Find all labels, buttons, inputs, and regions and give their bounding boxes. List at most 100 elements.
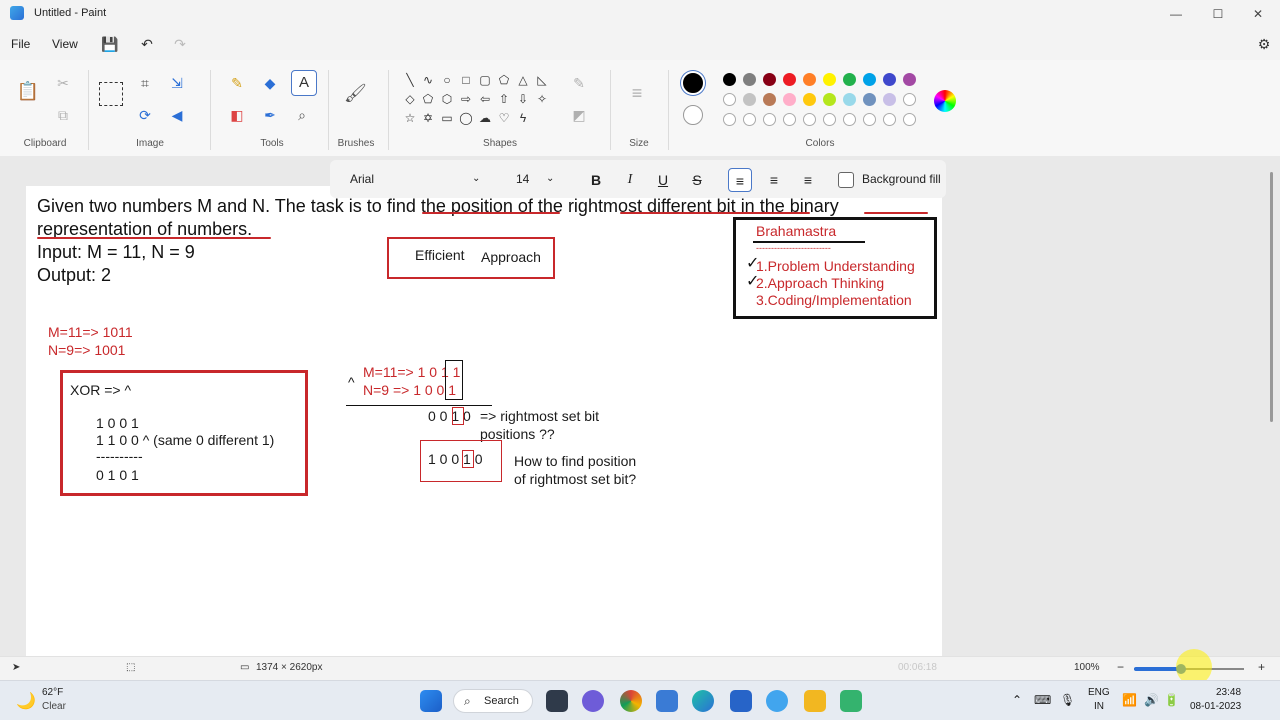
custom-color-slot[interactable]	[863, 113, 876, 126]
save-icon[interactable]: 💾	[100, 34, 120, 54]
vertical-scrollbar[interactable]	[1270, 172, 1273, 422]
custom-color-slot[interactable]	[763, 113, 776, 126]
crop-icon[interactable]: ⌗	[134, 72, 156, 94]
color-swatch[interactable]	[903, 73, 916, 86]
secondary-color-swatch[interactable]	[683, 105, 703, 125]
color-swatch[interactable]	[863, 73, 876, 86]
rect-callout-shape-icon[interactable]: ▭	[440, 111, 454, 125]
flip-icon[interactable]: ◀	[166, 104, 188, 126]
five-point-star-shape-icon[interactable]: ☆	[403, 111, 417, 125]
oval-callout-shape-icon[interactable]: ◯	[459, 111, 473, 125]
keyboard-icon[interactable]: ⌨	[1034, 693, 1051, 707]
browser-icon[interactable]	[766, 690, 788, 712]
custom-color-slot[interactable]	[843, 113, 856, 126]
volume-icon[interactable]: 🔊	[1144, 693, 1159, 707]
custom-color-slot[interactable]	[723, 113, 736, 126]
background-fill-checkbox[interactable]	[838, 172, 854, 188]
color-swatch[interactable]	[783, 73, 796, 86]
close-button[interactable]: ✕	[1244, 4, 1272, 24]
minimize-button[interactable]: —	[1162, 4, 1190, 24]
share-icon[interactable]: ⚙	[1254, 34, 1274, 54]
align-left-icon[interactable]: ≡	[728, 168, 752, 192]
edge-icon[interactable]	[692, 690, 714, 712]
align-center-icon[interactable]: ≡	[762, 168, 786, 192]
oval-shape-icon[interactable]: ○	[440, 73, 454, 87]
custom-color-slot[interactable]	[823, 113, 836, 126]
menu-view[interactable]: View	[52, 37, 78, 51]
zoom-in-icon[interactable]: +	[1258, 660, 1265, 674]
edit-colors-icon[interactable]	[934, 90, 956, 112]
magnifier-icon[interactable]: ⌕	[291, 104, 313, 126]
rectangle-shape-icon[interactable]: □	[459, 73, 473, 87]
color-swatch[interactable]	[803, 93, 816, 106]
color-swatch[interactable]	[723, 93, 736, 106]
strikethrough-button[interactable]: S	[685, 168, 709, 192]
color-swatch[interactable]	[763, 93, 776, 106]
custom-color-slot[interactable]	[803, 113, 816, 126]
copy-icon[interactable]: ⧉	[52, 104, 74, 126]
language-primary[interactable]: ENG	[1088, 687, 1110, 698]
redo-icon[interactable]: ↷	[170, 34, 190, 54]
triangle-shape-icon[interactable]: △	[516, 73, 530, 87]
file-explorer-icon[interactable]	[804, 690, 826, 712]
drawing-canvas[interactable]: Given two numbers M and N. The task is t…	[26, 186, 942, 656]
color-swatch[interactable]	[743, 73, 756, 86]
color-swatch[interactable]	[723, 73, 736, 86]
cloud-callout-shape-icon[interactable]: ☁	[478, 111, 492, 125]
maximize-button[interactable]: ☐	[1204, 4, 1232, 24]
color-swatch[interactable]	[883, 73, 896, 86]
rounded-rectangle-shape-icon[interactable]: ▢	[478, 73, 492, 87]
microphone-icon[interactable]: 🎙	[1060, 693, 1075, 707]
custom-color-slot[interactable]	[883, 113, 896, 126]
chrome-icon[interactable]	[620, 690, 642, 712]
clock-time[interactable]: 23:48	[1216, 687, 1241, 698]
zoom-out-icon[interactable]: −	[1117, 660, 1124, 674]
paint-taskbar-icon[interactable]	[840, 690, 862, 712]
color-swatch[interactable]	[803, 73, 816, 86]
color-swatch[interactable]	[843, 73, 856, 86]
heart-shape-icon[interactable]: ♡	[497, 111, 511, 125]
down-arrow-shape-icon[interactable]: ⇩	[516, 92, 530, 106]
size-icon[interactable]: ≡	[626, 82, 648, 104]
color-swatch[interactable]	[843, 93, 856, 106]
color-swatch[interactable]	[823, 93, 836, 106]
pentagon-shape-icon[interactable]: ⬠	[421, 92, 435, 106]
right-triangle-shape-icon[interactable]: ◺	[535, 73, 549, 87]
select-icon[interactable]	[99, 82, 123, 106]
text-icon[interactable]: A	[291, 70, 317, 96]
custom-color-slot[interactable]	[743, 113, 756, 126]
custom-color-slot[interactable]	[783, 113, 796, 126]
four-point-star-shape-icon[interactable]: ✧	[535, 92, 549, 106]
undo-icon[interactable]: ↶	[137, 34, 157, 54]
color-swatch[interactable]	[883, 93, 896, 106]
chevron-up-icon[interactable]: ⌃	[1012, 693, 1022, 707]
color-swatch[interactable]	[743, 93, 756, 106]
underline-button[interactable]: U	[651, 168, 675, 192]
shape-fill-icon[interactable]: ◩	[568, 104, 590, 126]
lightning-shape-icon[interactable]: ϟ	[516, 111, 530, 125]
up-arrow-shape-icon[interactable]: ⇧	[497, 92, 511, 106]
eraser-icon[interactable]: ◧	[226, 104, 248, 126]
color-swatch[interactable]	[823, 73, 836, 86]
menu-file[interactable]: File	[11, 37, 30, 51]
color-swatch[interactable]	[763, 73, 776, 86]
brush-icon[interactable]: 🖌	[344, 82, 367, 104]
task-view-icon[interactable]	[546, 690, 568, 712]
battery-icon[interactable]: 🔋	[1164, 693, 1179, 707]
hexagon-shape-icon[interactable]: ⬡	[440, 92, 454, 106]
custom-color-slot[interactable]	[903, 93, 916, 106]
cut-icon[interactable]: ✂	[52, 72, 74, 94]
paste-icon[interactable]: 📋	[16, 80, 40, 106]
desktop-app-icon[interactable]	[656, 690, 678, 712]
font-size-select[interactable]: 14 ⌄	[510, 168, 560, 190]
bold-button[interactable]: B	[584, 168, 608, 192]
notepad-icon[interactable]	[730, 690, 752, 712]
start-button[interactable]	[420, 690, 442, 712]
align-right-icon[interactable]: ≡	[796, 168, 820, 192]
outline-icon[interactable]: ✎	[568, 72, 590, 94]
chat-icon[interactable]	[582, 690, 604, 712]
color-swatch[interactable]	[783, 93, 796, 106]
curve-shape-icon[interactable]: ∿	[421, 73, 435, 87]
font-family-select[interactable]: Arial ⌄	[342, 168, 484, 190]
color-picker-icon[interactable]: ✒	[259, 104, 281, 126]
